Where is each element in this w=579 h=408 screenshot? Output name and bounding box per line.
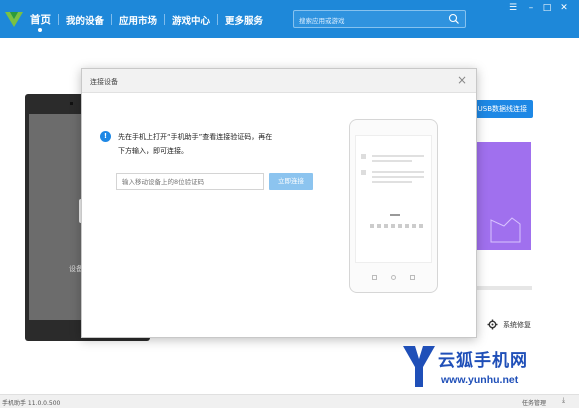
instruction-text: 先在手机上打开“手机助手”查看连接验证码，再在 xyxy=(118,133,273,141)
nav-divider xyxy=(164,14,166,25)
watermark-url: www.yunhu.net xyxy=(441,374,519,386)
gear-icon xyxy=(487,319,498,330)
progress-bar xyxy=(476,286,532,290)
instruction-text-continued: 下方输入，即可连接。 xyxy=(118,147,188,155)
nav-my-devices[interactable]: 我的设备 xyxy=(66,13,104,27)
search-placeholder: 搜索应用或游戏 xyxy=(299,17,345,25)
phone-nav-icon xyxy=(372,275,377,280)
usb-connect-button[interactable]: USB数据线连接 xyxy=(470,100,533,118)
nav-home[interactable]: 首页 xyxy=(30,12,51,32)
maximize-icon[interactable]: □ xyxy=(541,2,553,14)
app-logo-icon[interactable] xyxy=(3,7,25,29)
verification-code-input[interactable] xyxy=(116,173,264,190)
connect-device-dialog: 连接设备 × ! 先在手机上打开“手机助手”查看连接验证码，再在 下方输入，即可… xyxy=(81,68,477,338)
phone-nav-icon xyxy=(391,275,396,280)
dialog-title: 连接设备 xyxy=(90,78,118,86)
system-repair-label: 系统修复 xyxy=(503,320,531,329)
task-manager-link[interactable]: 任务管理 xyxy=(522,398,546,407)
minimize-icon[interactable]: – xyxy=(525,2,537,14)
nav-home-label: 首页 xyxy=(30,14,51,26)
status-bar: 手机助手 11.0.0.500 任务管理 ⤓ xyxy=(0,394,579,408)
nav-divider xyxy=(217,14,219,25)
nav-divider xyxy=(111,14,113,25)
nav-game-center[interactable]: 游戏中心 xyxy=(172,13,210,27)
phone-screen xyxy=(355,135,432,263)
promo-card[interactable] xyxy=(476,142,531,250)
nav-more-services[interactable]: 更多服务 xyxy=(225,13,263,27)
close-window-icon[interactable]: ✕ xyxy=(558,2,570,14)
system-repair-button[interactable]: 系统修复 xyxy=(487,319,531,330)
menu-icon[interactable]: ☰ xyxy=(507,2,519,14)
phone-nav-icon xyxy=(410,275,415,280)
phone-illustration xyxy=(349,119,438,293)
close-icon[interactable]: × xyxy=(456,74,468,86)
nav-app-market[interactable]: 应用市场 xyxy=(119,13,157,27)
top-bar: 首页 我的设备 应用市场 游戏中心 更多服务 搜索应用或游戏 ☰ – □ ✕ xyxy=(0,0,579,38)
connect-now-button[interactable]: 立即连接 xyxy=(269,173,313,190)
version-label: 手机助手 11.0.0.500 xyxy=(2,400,61,407)
dialog-header: 连接设备 × xyxy=(82,69,476,93)
search-input[interactable]: 搜索应用或游戏 xyxy=(293,10,466,28)
search-icon[interactable] xyxy=(448,13,460,25)
watermark-logo-icon xyxy=(403,346,435,387)
info-icon: ! xyxy=(100,131,111,142)
nav-divider xyxy=(58,14,59,25)
main-nav: 首页 我的设备 应用市场 游戏中心 更多服务 xyxy=(30,12,263,32)
card-illustration-icon xyxy=(490,217,521,243)
active-indicator xyxy=(38,28,42,32)
download-icon[interactable]: ⤓ xyxy=(562,396,565,405)
watermark-brand: 云狐手机网 xyxy=(438,351,528,371)
